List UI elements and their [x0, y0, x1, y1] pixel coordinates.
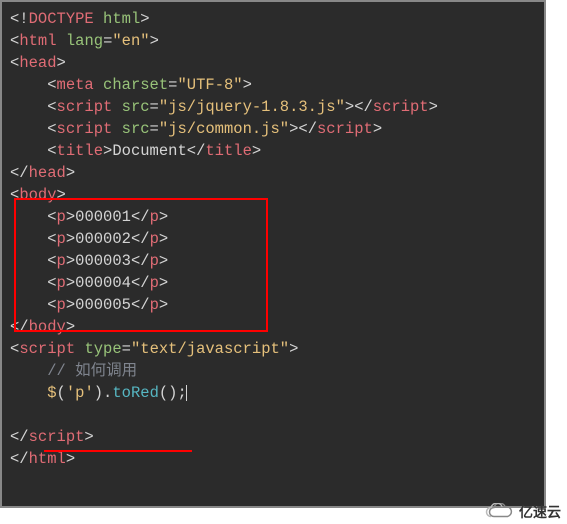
tag: meta	[57, 76, 94, 94]
code-line: <head>	[10, 52, 536, 74]
code-line: <html lang="en">	[10, 30, 536, 52]
tag: script	[19, 340, 75, 358]
punct: ();	[159, 384, 187, 402]
code-line: <body>	[10, 184, 536, 206]
watermark-text: 亿速云	[519, 502, 561, 522]
attr: charset	[103, 76, 168, 94]
code-line	[10, 404, 536, 426]
tag: script	[317, 120, 373, 138]
code-line: </script>	[10, 426, 536, 448]
punct: >	[140, 10, 149, 28]
tag: html	[19, 32, 56, 50]
text: 000005	[75, 296, 131, 314]
tag: script	[29, 428, 85, 446]
code-line: <p>000001</p>	[10, 206, 536, 228]
text: Document	[112, 142, 186, 160]
text: 000003	[75, 252, 131, 270]
tag: script	[57, 98, 113, 116]
comment: // 如何调用	[47, 362, 137, 380]
tag: p	[57, 252, 66, 270]
tag: html	[29, 450, 66, 468]
string: "en"	[112, 32, 149, 50]
tag: title	[205, 142, 252, 160]
string: 'p'	[66, 384, 94, 402]
tag: script	[57, 120, 113, 138]
code-line: <script src="js/common.js"></script>	[10, 118, 536, 140]
text: 000002	[75, 230, 131, 248]
attr: lang	[66, 32, 103, 50]
code-line: <script src="js/jquery-1.8.3.js"></scrip…	[10, 96, 536, 118]
code-line: $('p').toRed();	[10, 382, 536, 404]
code-line: <p>000004</p>	[10, 272, 536, 294]
attr: src	[122, 98, 150, 116]
code-line: <!DOCTYPE html>	[10, 8, 536, 30]
jq-dollar: $	[47, 384, 56, 402]
punct: <!	[10, 10, 29, 28]
text-cursor	[186, 385, 187, 401]
attr: html	[103, 10, 140, 28]
doctype-keyword: DOCTYPE	[29, 10, 94, 28]
highlight-underline	[44, 450, 192, 452]
attr: src	[122, 120, 150, 138]
string: "js/jquery-1.8.3.js"	[159, 98, 345, 116]
code-line: </head>	[10, 162, 536, 184]
string: "UTF-8"	[177, 76, 242, 94]
code-line: <meta charset="UTF-8">	[10, 74, 536, 96]
code-line: <p>000005</p>	[10, 294, 536, 316]
tag: p	[150, 208, 159, 226]
code-editor[interactable]: <!DOCTYPE html> <html lang="en"> <head> …	[0, 0, 546, 508]
tag: head	[29, 164, 66, 182]
tag: p	[57, 296, 66, 314]
tag: p	[57, 230, 66, 248]
tag: head	[19, 54, 56, 72]
attr: type	[84, 340, 121, 358]
tag: body	[29, 318, 66, 336]
code-line: <p>000003</p>	[10, 250, 536, 272]
text: 000001	[75, 208, 131, 226]
tag: script	[373, 98, 429, 116]
watermark: 亿速云	[485, 502, 561, 522]
tag: p	[150, 296, 159, 314]
code-line: <p>000002</p>	[10, 228, 536, 250]
cloud-icon	[485, 503, 515, 521]
tag: p	[57, 208, 66, 226]
code-line: <title>Document</title>	[10, 140, 536, 162]
code-line: // 如何调用	[10, 360, 536, 382]
tag: p	[150, 230, 159, 248]
tag: p	[150, 252, 159, 270]
tag: title	[57, 142, 104, 160]
tag: body	[19, 186, 56, 204]
tag: p	[150, 274, 159, 292]
code-line: <script type="text/javascript">	[10, 338, 536, 360]
string: "js/common.js"	[159, 120, 289, 138]
method: toRed	[112, 384, 159, 402]
text: 000004	[75, 274, 131, 292]
string: "text/javascript"	[131, 340, 289, 358]
code-line: </body>	[10, 316, 536, 338]
tag: p	[57, 274, 66, 292]
